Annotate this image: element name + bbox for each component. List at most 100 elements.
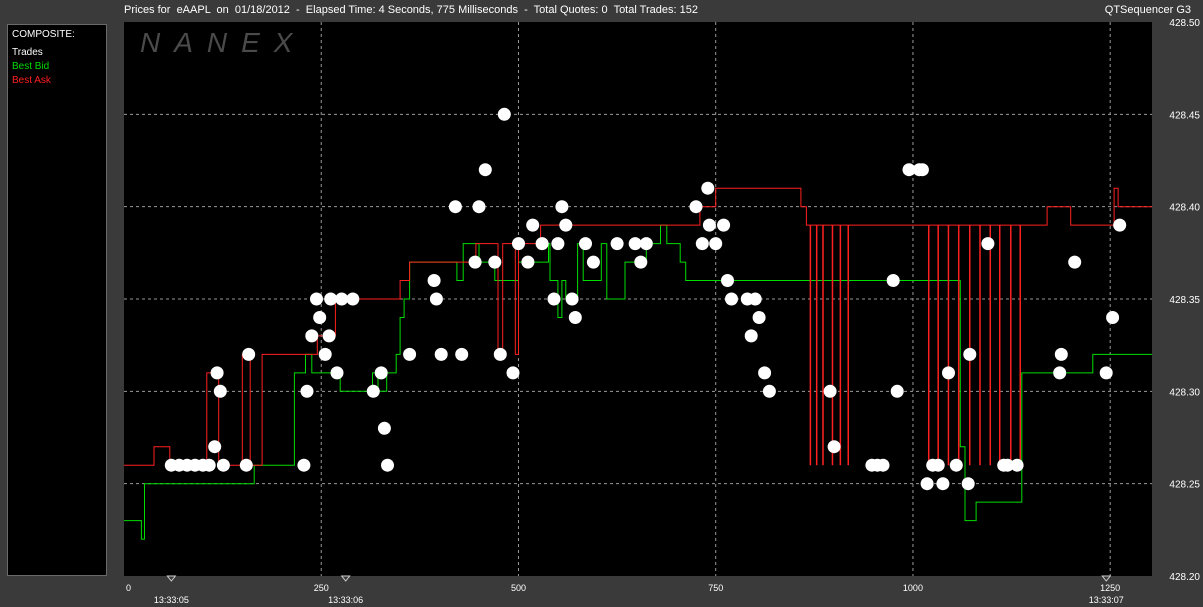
trade-point <box>551 237 565 251</box>
trade-point <box>512 237 525 251</box>
trade-point <box>202 458 216 472</box>
trade-point <box>827 440 841 454</box>
trade-point <box>374 366 388 380</box>
trade-point <box>1099 366 1113 380</box>
trade-point <box>468 255 482 269</box>
trade-point <box>208 440 222 454</box>
time-label: 13:33:05 <box>154 595 189 605</box>
trade-point <box>586 255 600 269</box>
trade-point <box>555 200 569 214</box>
trade-point <box>239 458 253 472</box>
y-tick-label: 428.45 <box>1169 110 1200 121</box>
x-tick-label: 750 <box>708 583 723 593</box>
trade-point <box>961 477 975 491</box>
trade-point <box>305 329 319 343</box>
trade-point <box>702 218 716 232</box>
trade-point <box>568 311 582 324</box>
trade-point <box>701 181 715 195</box>
trade-point <box>1010 458 1024 472</box>
trade-point <box>1113 218 1127 232</box>
trade-point <box>949 458 963 472</box>
y-tick-label: 428.30 <box>1169 387 1200 398</box>
time-marker <box>166 575 177 582</box>
trade-point <box>318 347 332 361</box>
trade-point <box>427 274 441 287</box>
trade-point <box>330 366 344 380</box>
trade-point <box>920 477 934 491</box>
y-tick-label: 428.25 <box>1169 480 1200 491</box>
y-tick-label: 428.40 <box>1169 203 1200 214</box>
trade-point <box>366 384 380 398</box>
trade-point <box>689 200 703 214</box>
trade-point <box>521 255 535 269</box>
trade-point <box>876 458 890 472</box>
trade-point <box>628 237 642 251</box>
trade-point <box>981 237 995 251</box>
trade-point <box>216 458 230 472</box>
time-label: 13:33:07 <box>1089 595 1124 605</box>
price-chart[interactable]: NANEX 428.20 428.25 428.30 428.35 428.40 428.… <box>0 0 1203 607</box>
trade-point <box>547 292 561 306</box>
trade-point <box>335 292 349 306</box>
trade-point <box>472 200 486 214</box>
x-tick-label: 0 <box>126 583 131 593</box>
time-marker <box>1101 575 1112 582</box>
trade-point <box>717 218 731 232</box>
trade-point <box>242 347 256 361</box>
trade-point <box>559 218 573 232</box>
trade-point <box>493 347 507 361</box>
trade-point <box>634 255 648 269</box>
trade-point <box>758 366 772 380</box>
trade-point <box>762 384 776 398</box>
trade-point <box>890 384 904 398</box>
trade-point <box>823 384 837 398</box>
trade-point <box>497 107 511 121</box>
trade-point <box>535 237 549 251</box>
trade-point <box>210 366 224 380</box>
x-tick-label: 250 <box>314 583 329 593</box>
trade-point <box>725 292 738 306</box>
trade-point <box>936 477 950 491</box>
trade-point <box>313 311 327 324</box>
trade-point <box>346 292 360 306</box>
plot-area[interactable] <box>124 22 1152 576</box>
trade-point <box>744 329 758 343</box>
trade-point <box>488 255 502 269</box>
trade-point <box>579 237 592 251</box>
trade-point <box>381 458 394 472</box>
trade-point <box>565 292 579 306</box>
trade-point <box>478 163 492 177</box>
trade-point <box>322 329 336 343</box>
trade-point <box>300 384 314 398</box>
trade-point <box>297 458 311 472</box>
trade-point <box>748 292 762 306</box>
trade-point <box>310 292 323 306</box>
y-tick-label: 428.50 <box>1169 18 1200 29</box>
trade-point <box>931 458 945 472</box>
time-marker <box>340 575 351 582</box>
nanex-watermark: NANEX <box>140 27 306 58</box>
trade-point <box>915 163 929 177</box>
trade-point <box>610 237 624 251</box>
trade-point <box>1054 347 1068 361</box>
trade-point <box>1068 255 1082 269</box>
trade-point <box>448 200 462 214</box>
trade-point <box>1053 366 1067 380</box>
trade-point <box>1106 311 1120 324</box>
x-tick-label: 1000 <box>903 583 923 593</box>
trade-point <box>455 347 469 361</box>
trade-point <box>963 347 977 361</box>
trade-point <box>752 311 766 324</box>
y-tick-label: 428.35 <box>1169 295 1200 306</box>
trade-point <box>886 274 900 287</box>
trade-point <box>377 421 391 435</box>
trade-point <box>403 347 417 361</box>
y-tick-label: 428.20 <box>1169 572 1200 583</box>
trade-point <box>429 292 443 306</box>
time-label: 13:33:06 <box>328 595 363 605</box>
x-tick-label: 1250 <box>1100 583 1120 593</box>
trade-point <box>639 237 653 251</box>
x-tick-label: 500 <box>511 583 526 593</box>
trade-point <box>709 237 723 251</box>
trade-point <box>942 366 955 380</box>
